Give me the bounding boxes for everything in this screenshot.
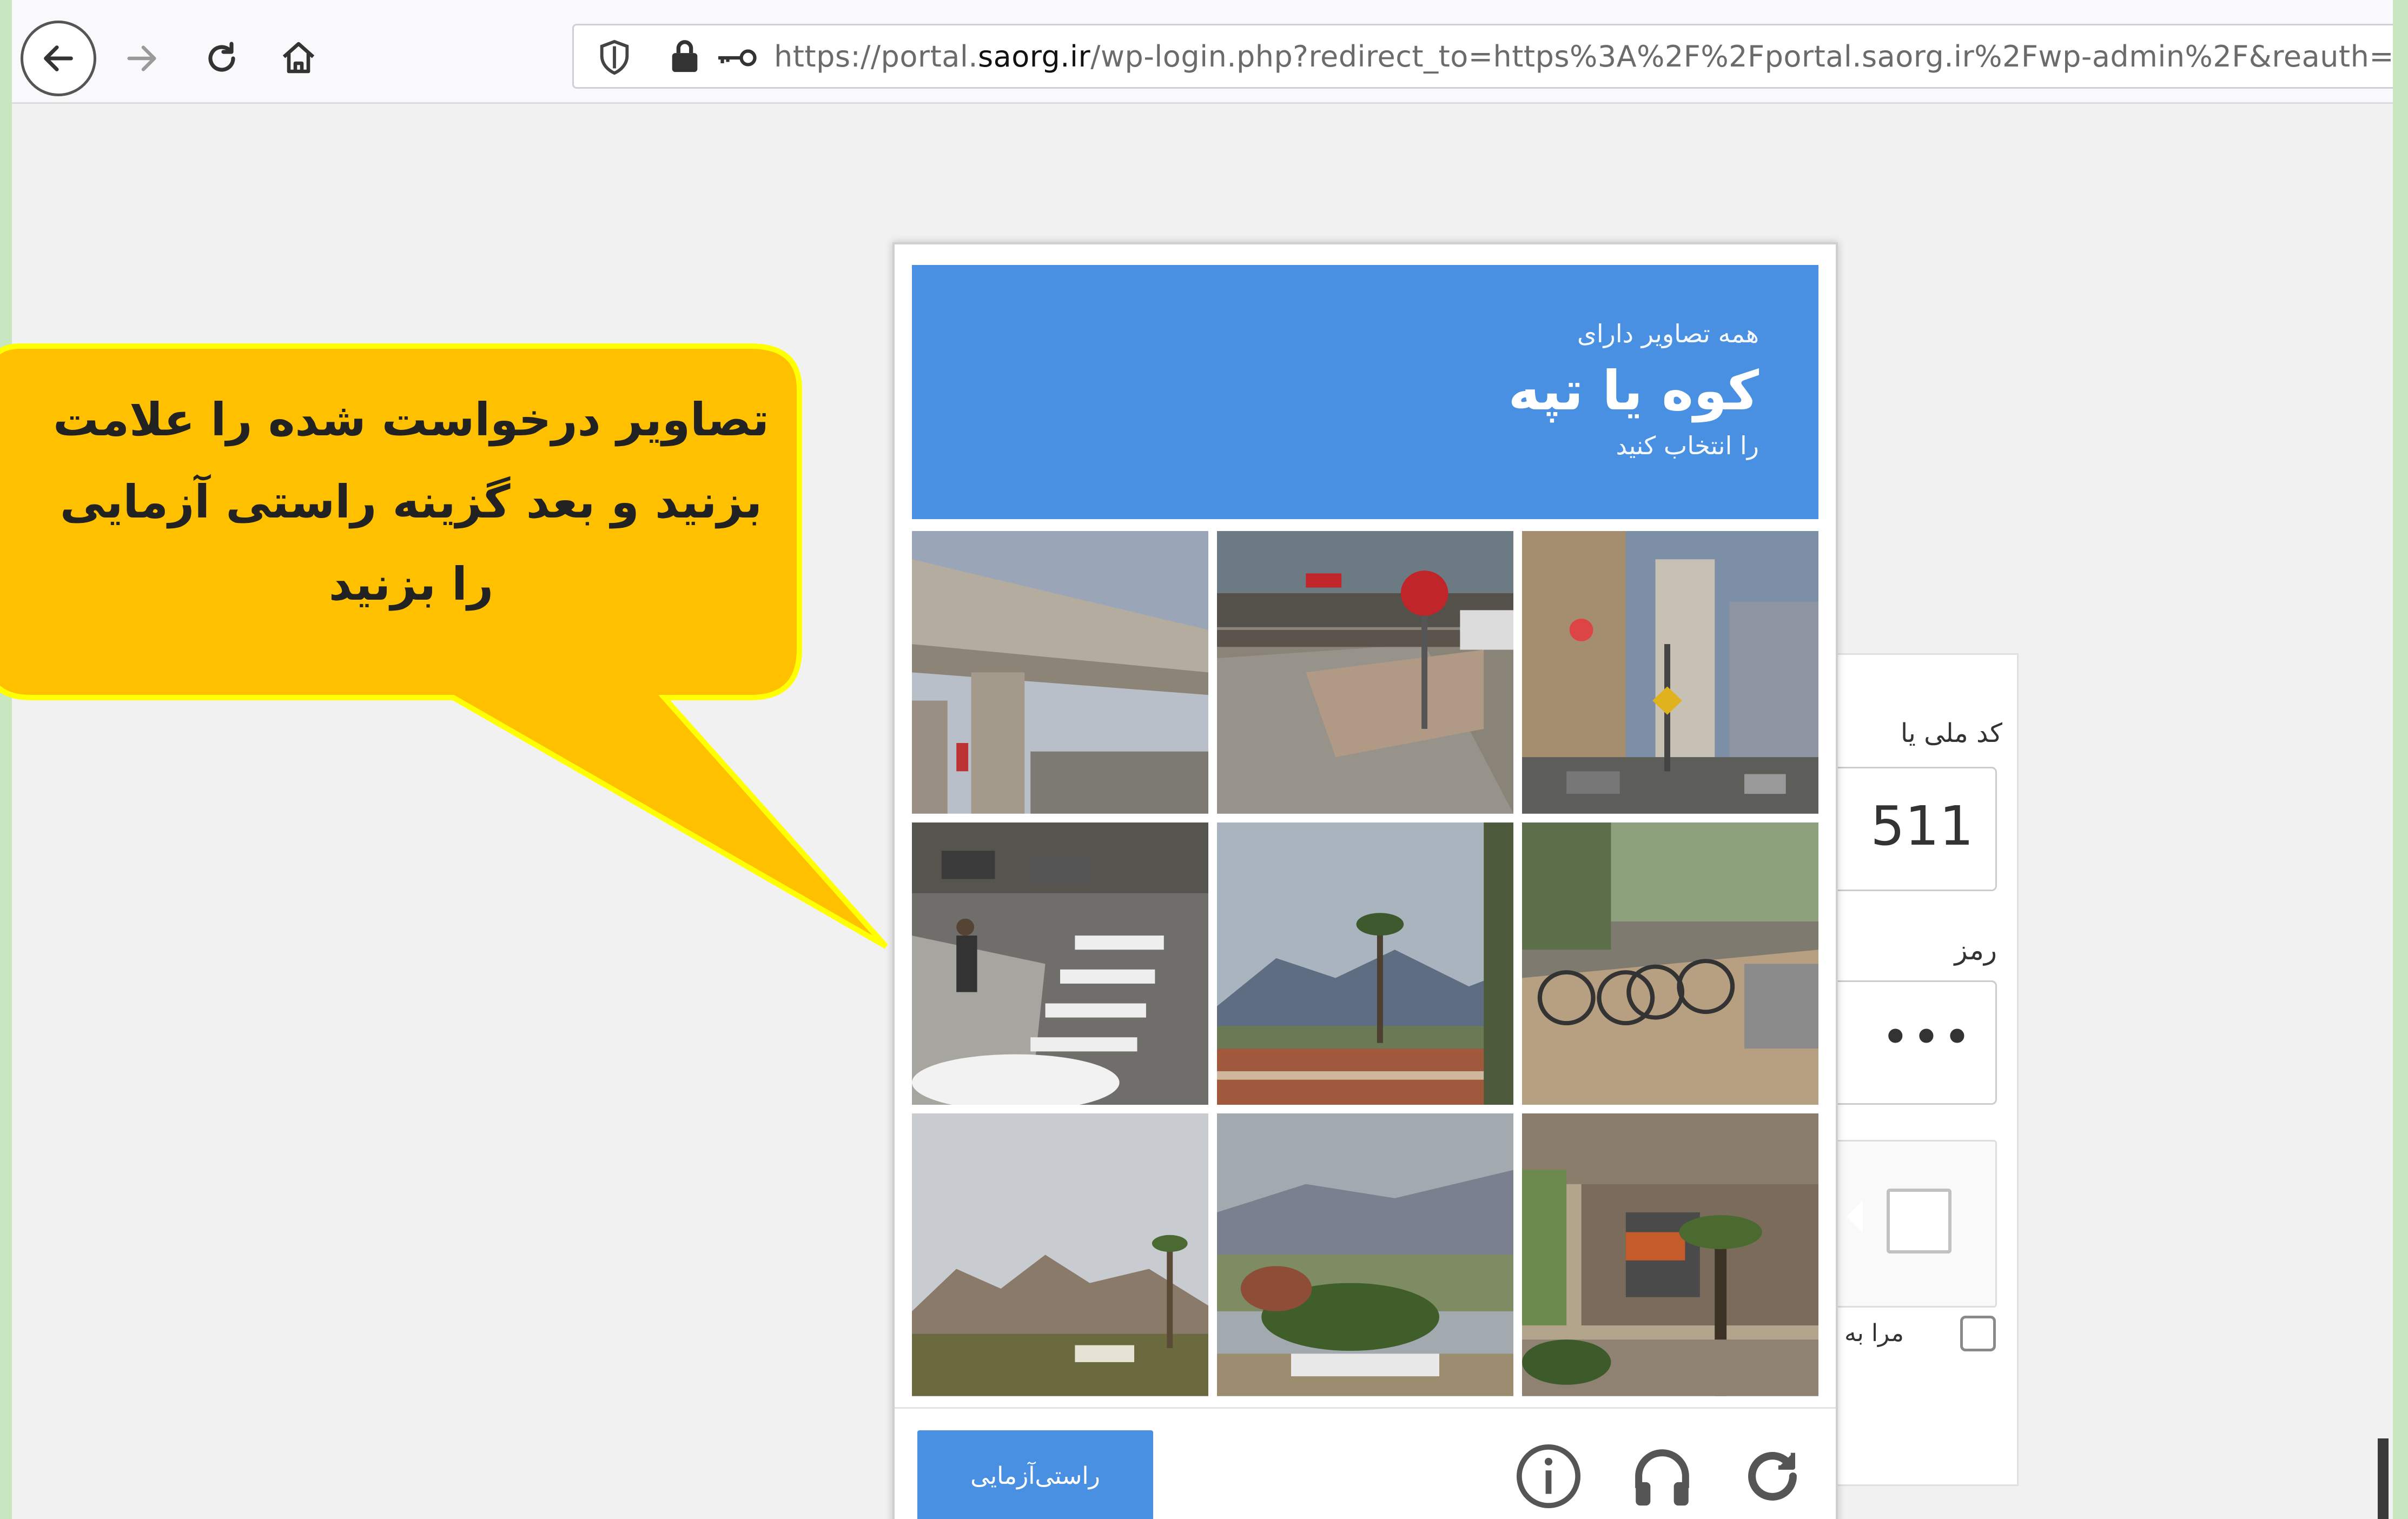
city-street-image xyxy=(1522,531,1818,814)
scrollbar-thumb[interactable] xyxy=(2378,1438,2389,1519)
captcha-tile-storefront[interactable] xyxy=(1522,1113,1818,1396)
remember-me-checkbox[interactable] xyxy=(1960,1316,1996,1351)
callout-line1: تصاویر درخواست شده را علامت xyxy=(53,393,769,446)
captcha-tile-palm-valley[interactable] xyxy=(1217,1113,1513,1396)
national-id-field[interactable]: 511 xyxy=(1835,767,1997,891)
headphones-icon[interactable] xyxy=(1627,1441,1697,1511)
verify-button[interactable]: راستی‌آزمایی xyxy=(917,1430,1153,1519)
storefront-image xyxy=(1522,1113,1818,1396)
password-field[interactable]: ••• xyxy=(1835,980,1997,1105)
bicycles-image xyxy=(1522,822,1818,1105)
captcha-tile-mountain-palm[interactable] xyxy=(1217,822,1513,1105)
info-icon[interactable] xyxy=(1513,1441,1584,1511)
password-label: رمز xyxy=(1954,934,1997,966)
national-id-label: کد ملی یا xyxy=(1900,718,2002,748)
captcha-header: همه تصاویر دارای کوه یا تپه را انتخاب کن… xyxy=(912,265,1818,519)
captcha-footer: راستی‌آزمایی xyxy=(895,1407,1836,1519)
hills-image xyxy=(912,1113,1208,1396)
recaptcha-checkbox[interactable] xyxy=(1887,1189,1951,1253)
captcha-tile-bicycles[interactable] xyxy=(1522,822,1818,1105)
captcha-image-grid xyxy=(912,531,1818,1396)
captcha-tile-stop-sign[interactable] xyxy=(1217,531,1513,814)
callout-line2: بزنید و بعد گزینه راستی آزمایی xyxy=(59,475,763,528)
palm-valley-image xyxy=(1217,1113,1513,1396)
mountain-palm-image xyxy=(1217,822,1513,1105)
remember-me-label: مرا به xyxy=(1844,1319,1904,1347)
recaptcha-pointer xyxy=(1847,1200,1863,1233)
refresh-icon[interactable] xyxy=(1737,1441,1808,1511)
captcha-instruction-line1: همه تصاویر دارای xyxy=(1577,319,1759,348)
captcha-instruction-line3: را انتخاب کنید xyxy=(1616,431,1759,460)
captcha-challenge-popup: همه تصاویر دارای کوه یا تپه را انتخاب کن… xyxy=(892,242,1838,1519)
login-form: کد ملی یا 511 رمز ••• مرا به xyxy=(1835,653,2019,1486)
captcha-tile-hills[interactable] xyxy=(912,1113,1208,1396)
stop-sign-image xyxy=(1217,531,1513,814)
callout-text: تصاویر درخواست شده را علامت بزنید و بعد … xyxy=(32,379,790,625)
captcha-tile-city-street[interactable] xyxy=(1522,531,1818,814)
callout-line3: را بزنید xyxy=(328,558,494,611)
url-text: https://portal.saorg.ir/wp-login.php?red… xyxy=(774,39,2393,74)
captcha-target-label: کوه یا تپه xyxy=(1508,359,1759,422)
